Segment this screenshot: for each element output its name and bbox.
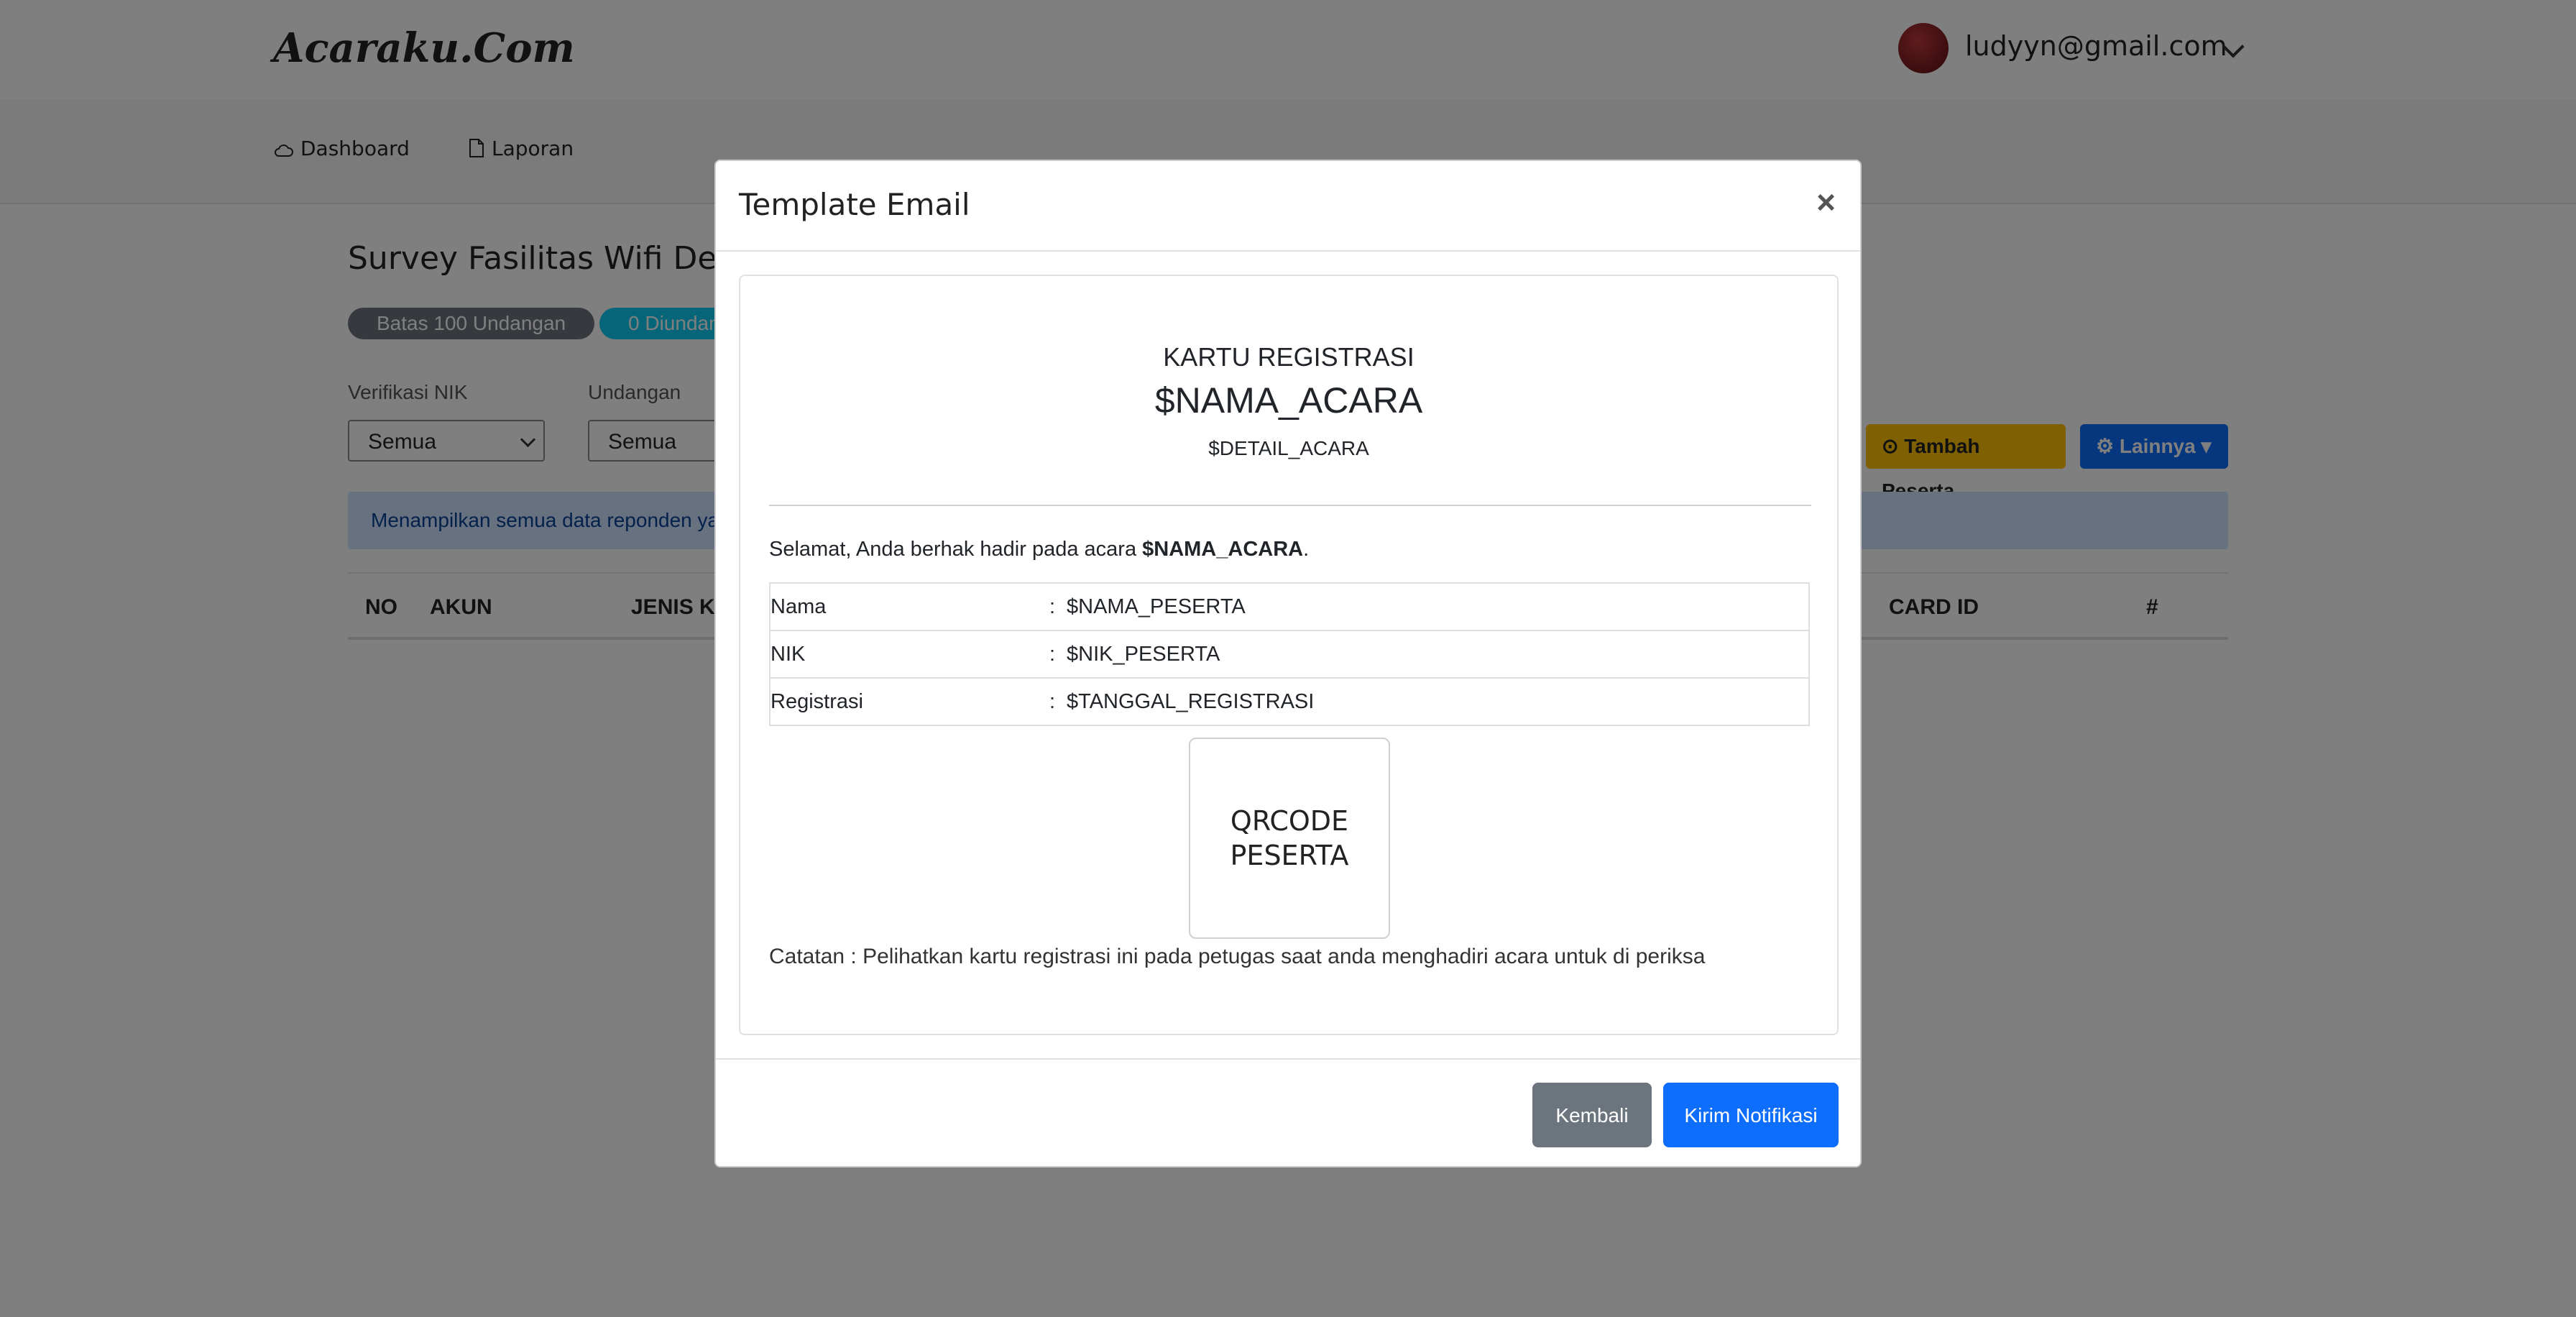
event-name: $NAMA_ACARA — [1154, 380, 1423, 421]
qrcode-line1: QRCODE — [1230, 805, 1349, 837]
table-row: Registrasi : $TANGGAL_REGISTRASI — [770, 677, 1809, 725]
row-separator: : — [1049, 630, 1067, 678]
divider — [769, 505, 1811, 506]
template-email-modal: Template Email × KARTU REGISTRASI $NAMA_… — [714, 160, 1862, 1167]
row-value: $NAMA_PESERTA — [1067, 595, 1246, 618]
participant-info-table: Nama : $NAMA_PESERTA NIK : $NIK_PESERTA … — [769, 582, 1810, 726]
greeting-text: Selamat, Anda berhak hadir pada acara $N… — [769, 538, 1309, 561]
greeting-suffix: . — [1303, 538, 1310, 561]
row-label: Nama — [770, 595, 827, 618]
card-heading: KARTU REGISTRASI — [1163, 342, 1414, 372]
modal-title: Template Email — [739, 187, 970, 222]
send-notification-button[interactable]: Kirim Notifikasi — [1663, 1083, 1839, 1147]
table-row: NIK : $NIK_PESERTA — [770, 630, 1809, 678]
row-label: Registrasi — [770, 677, 1049, 725]
close-icon[interactable]: × — [1816, 183, 1836, 221]
greeting-event-name: $NAMA_ACARA — [1142, 538, 1304, 561]
row-separator: : — [1049, 595, 1056, 618]
modal-header: Template Email × — [716, 161, 1860, 252]
email-preview-card: KARTU REGISTRASI $NAMA_ACARA $DETAIL_ACA… — [739, 275, 1839, 1035]
qrcode-label: QRCODE PESERTA — [1230, 804, 1349, 873]
qrcode-line2: PESERTA — [1230, 840, 1349, 871]
row-label: NIK — [770, 630, 1049, 678]
table-row: Nama : $NAMA_PESERTA — [770, 583, 1809, 630]
greeting-prefix: Selamat, Anda berhak hadir pada acara — [769, 538, 1143, 561]
note-text: Catatan : Pelihatkan kartu registrasi in… — [769, 945, 1706, 968]
qrcode-placeholder: QRCODE PESERTA — [1189, 738, 1390, 939]
row-separator: : — [1049, 677, 1067, 725]
back-button[interactable]: Kembali — [1532, 1083, 1652, 1147]
row-value: $TANGGAL_REGISTRASI — [1067, 677, 1809, 725]
row-value: $NIK_PESERTA — [1067, 630, 1809, 678]
event-detail: $DETAIL_ACARA — [1208, 437, 1369, 459]
